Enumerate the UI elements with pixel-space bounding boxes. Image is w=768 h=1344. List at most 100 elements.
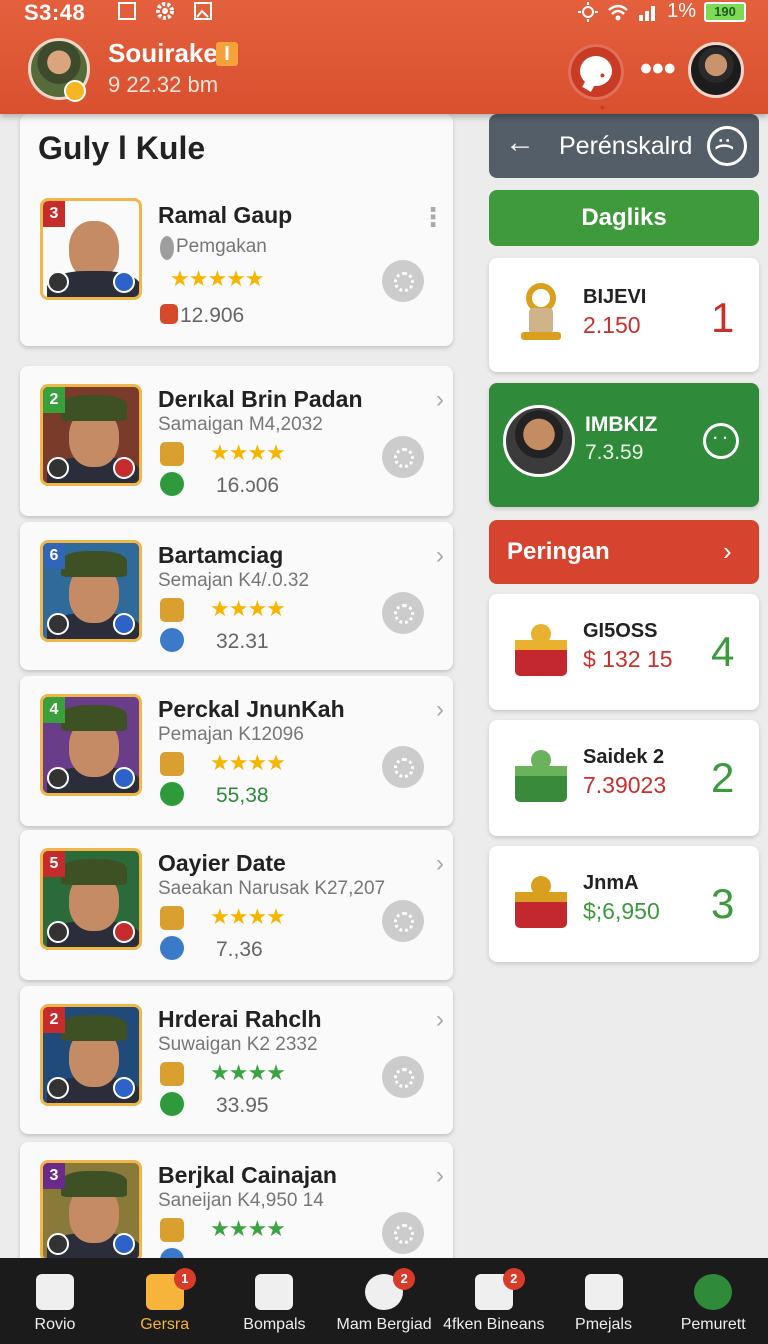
section-title: Guly l Kule [38, 130, 206, 166]
rank-badge: 2 [43, 387, 65, 413]
tool-badge-icon [47, 613, 69, 635]
nav-item-pmejals[interactable]: Pmejals [549, 1258, 659, 1344]
peringan-label: Peringan [507, 538, 610, 565]
loading-icon [382, 436, 424, 478]
gear-small-icon [160, 236, 174, 260]
message-icon[interactable] [703, 423, 739, 459]
chat-bubble-icon: • • • [580, 56, 612, 115]
battery-icon: 190 [704, 1, 746, 22]
chevron-right-icon: › [436, 1006, 444, 1033]
class-badge-icon [113, 613, 135, 635]
class-badge-icon [113, 767, 135, 789]
reward-card[interactable]: GI5OSS $ 132 15 4 [489, 594, 759, 710]
rating-stars: ★★★★ [210, 1216, 286, 1241]
item-subtitle: Suwaigan K2 2332 [158, 1034, 318, 1055]
reward-card-value: 7.39023 [583, 772, 667, 798]
chevron-right-icon: › [436, 696, 444, 723]
profile-avatar[interactable] [688, 42, 744, 98]
loading-icon [382, 746, 424, 788]
class-badge-icon [113, 1233, 135, 1255]
rank-badge: 2 [43, 1007, 65, 1033]
home-icon [36, 1274, 74, 1310]
avatar-coin-badge [64, 80, 86, 102]
chevron-right-icon: › [436, 850, 444, 877]
nav-label: Mam Bergiad [336, 1316, 432, 1333]
signal-icon [637, 1, 659, 23]
nav-item-mam-bergiad[interactable]: 2 Mam Bergiad [329, 1258, 439, 1344]
list-item[interactable]: 6 Bartamciag Semajan K4/.0.32 ★★★★ 32.31… [20, 522, 453, 670]
sun-icon [577, 1, 599, 23]
notification-badge: 2 [393, 1268, 416, 1290]
right-panel-header[interactable]: ← Perénskalrd [489, 114, 759, 178]
gear-icon [154, 0, 176, 22]
currency-icon [160, 936, 184, 960]
item-thumbnail: 6 [40, 540, 142, 642]
back-arrow-icon[interactable]: ← [505, 126, 535, 160]
list-item[interactable]: 4 Perckal JnunKah Pemajan K12096 ★★★★ 55… [20, 676, 453, 826]
chat-button[interactable]: • • • [568, 44, 624, 115]
reward-card[interactable]: Saidek 2 7.39023 2 [489, 720, 759, 836]
more-options-button[interactable]: ••• [640, 52, 676, 86]
ranking-card-top[interactable]: BIJEVI 2.150 1 [489, 258, 759, 372]
ranking-card-value: 2.150 [583, 312, 641, 338]
rating-stars: ★★★★ [210, 440, 286, 465]
rank-tier-icon [160, 906, 184, 930]
item-name: Derıkal Brin Padan [158, 386, 363, 412]
rank-tier-icon [160, 1218, 184, 1242]
nav-item-gersra[interactable]: 1 Gersra [110, 1258, 220, 1344]
list-card-first[interactable]: Guly l Kule ⋮ 3 Ramal Gaup Pemgakan ★★★★… [20, 114, 453, 346]
nav-label: Rovio [34, 1316, 76, 1333]
item-subtitle: Semajan K4/.0.32 [158, 570, 310, 591]
rank-badge: 3 [43, 201, 65, 227]
notification-badge: 2 [502, 1268, 525, 1290]
gift-box-icon [515, 876, 567, 928]
profile-card-avatar [503, 405, 575, 477]
kebab-menu-icon[interactable]: ⋮ [420, 202, 446, 233]
list-item[interactable]: 2 Hrderai Rahclh Suwaigan K2 2332 ★★★★ 3… [20, 986, 453, 1134]
item-thumbnail: 4 [40, 694, 142, 796]
nav-item-pemurett[interactable]: Pemurett [658, 1258, 768, 1344]
item-name: Perckal JnunKah [158, 696, 345, 722]
reward-card-value: $ 132 15 [583, 646, 673, 672]
class-badge-icon [113, 271, 135, 293]
item-value: 12.906 [180, 304, 245, 327]
rank-badge: 4 [43, 697, 65, 723]
peringan-button[interactable]: Peringan › [489, 520, 759, 584]
list-item[interactable]: 2 Derıkal Brin Padan Samaigan M4,2032 ★★… [20, 366, 453, 516]
battery-percent: 1% [667, 0, 696, 22]
class-badge-icon [113, 1077, 135, 1099]
class-badge-icon [113, 921, 135, 943]
tool-badge-icon [47, 271, 69, 293]
item-subtitle: Pemgakan [176, 236, 267, 257]
chevron-right-icon: › [723, 536, 732, 566]
rating-stars: ★★★★★ [170, 266, 265, 291]
currency-icon [160, 782, 184, 806]
reward-card[interactable]: JnmA $;6,950 3 [489, 846, 759, 962]
nav-item-4fken-bineans[interactable]: 2 4fken Bineans [439, 1258, 549, 1344]
item-value: 7.,36 [216, 938, 263, 961]
currency-icon [160, 1092, 184, 1116]
ranking-card-name: BIJEVI [583, 286, 647, 308]
calendar-icon [584, 1274, 623, 1310]
rank-tier-icon [160, 752, 184, 776]
item-name: Hrderai Rahclh [158, 1006, 322, 1032]
list-item[interactable]: 5 Oayier Date Saeakan Narusak K27,207 ★★… [20, 830, 453, 980]
bottom-navigation: Rovio 1 Gersra Bompals 2 Mam Bergiad 2 4… [0, 1258, 768, 1344]
item-value: 16.ɔ06 [216, 474, 280, 497]
user-flag-badge: I [216, 42, 238, 66]
item-name: Bartamciag [158, 542, 284, 568]
nav-item-rovio[interactable]: Rovio [0, 1258, 110, 1344]
gallery-icon [192, 0, 214, 22]
nav-item-bompals[interactable]: Bompals [219, 1258, 329, 1344]
user-subtitle: 9 22.32 bm [108, 72, 219, 97]
square-icon [116, 0, 138, 22]
loading-icon [382, 592, 424, 634]
tool-badge-icon [47, 1077, 69, 1099]
profile-card[interactable]: IMBKIZ 7.3.59 [489, 383, 759, 507]
class-badge-icon [113, 457, 135, 479]
tool-badge-icon [47, 1233, 69, 1255]
nav-label: Pemurett [680, 1316, 746, 1333]
dagliks-button[interactable]: Dagliks [489, 190, 759, 246]
tool-badge-icon [47, 457, 69, 479]
app-header: S3:48 1% 190 Souirake I 9 22.32 bm • • •… [0, 0, 768, 115]
